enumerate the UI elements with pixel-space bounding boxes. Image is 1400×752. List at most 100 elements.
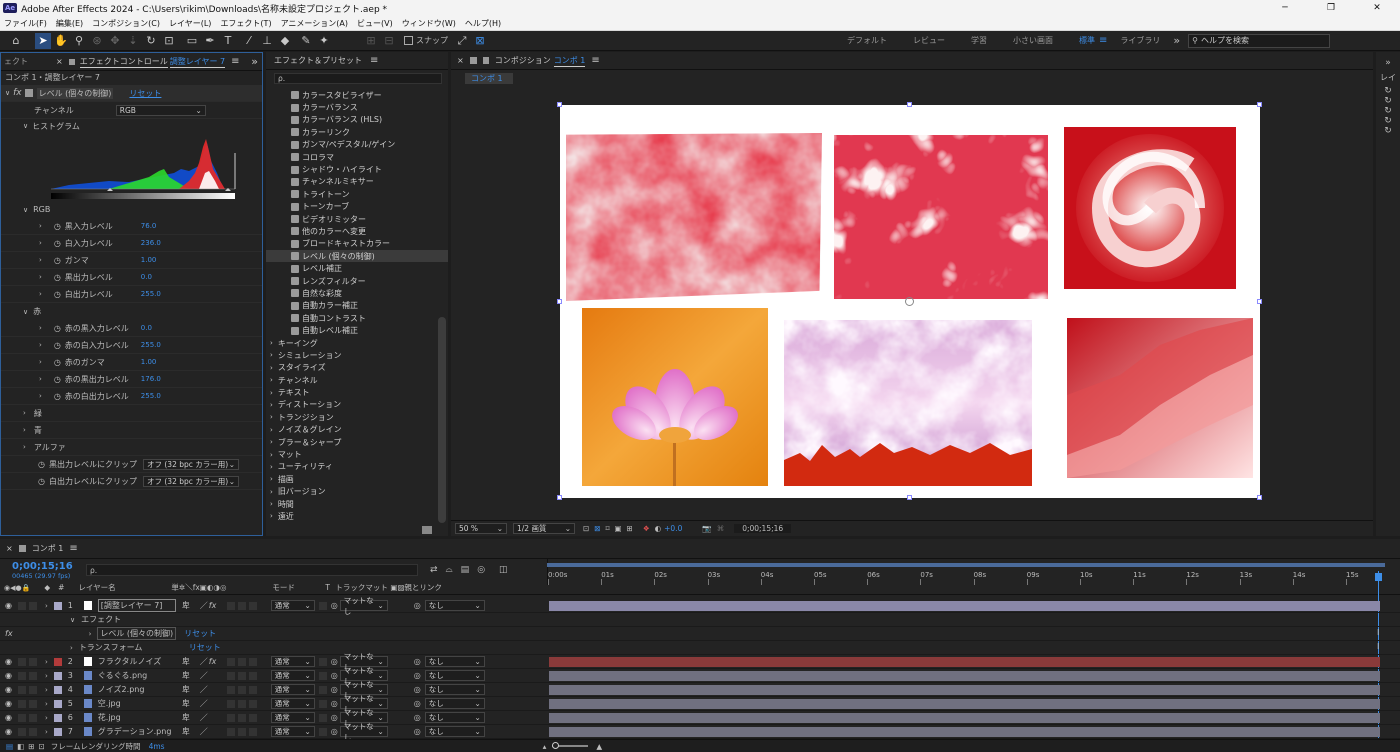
work-area-bar[interactable] — [547, 563, 1385, 567]
close-button[interactable]: ✕ — [1354, 3, 1400, 13]
comp-mini-flowchart-icon[interactable]: ⇄ — [430, 565, 438, 575]
adjustment-switch[interactable] — [226, 699, 235, 708]
fx-item[interactable]: 自動コントラスト — [266, 312, 448, 324]
graph-editor-icon[interactable]: ◫ — [499, 565, 508, 575]
quality-switch[interactable]: ／ — [200, 670, 208, 681]
param-expand-chevron-icon[interactable]: › — [39, 222, 42, 230]
visibility-eye-icon[interactable]: ◉ — [5, 671, 12, 680]
param-expand-chevron-icon[interactable]: › — [39, 273, 42, 281]
collapse-switch[interactable] — [248, 713, 257, 722]
3d-switch[interactable] — [237, 713, 246, 722]
col-layer-name[interactable]: レイヤー名 — [78, 582, 171, 593]
fx-category[interactable]: › ユーティリティ — [266, 461, 448, 473]
pickwhip-icon[interactable]: ◎ — [331, 601, 338, 610]
stopwatch-icon[interactable]: ◷ — [54, 273, 61, 282]
fx-item[interactable]: カラースタビライザー — [266, 89, 448, 101]
dolly-tool-icon[interactable]: ⇣ — [125, 33, 141, 49]
fx-item[interactable]: トーンカーブ — [266, 201, 448, 213]
preserve-transparency-toggle[interactable] — [318, 713, 327, 722]
shy-switch[interactable]: 卑 — [182, 670, 190, 681]
adjustment-switch[interactable] — [226, 657, 235, 666]
stopwatch-icon[interactable]: ◷ — [38, 477, 45, 486]
solo-toggle[interactable] — [28, 699, 37, 708]
exposure-value[interactable]: +0.0 — [664, 524, 682, 533]
collapse-switch[interactable] — [248, 727, 257, 736]
fx-item[interactable]: シャドウ・ハイライト — [266, 163, 448, 175]
minimize-button[interactable]: ─ — [1262, 3, 1308, 13]
param-value[interactable]: 255.0 — [141, 290, 161, 298]
param-value[interactable]: 76.0 — [141, 222, 157, 230]
snap-grid-icon[interactable]: ⊠ — [472, 33, 488, 49]
adjustment-switch[interactable] — [226, 713, 235, 722]
layer-name[interactable]: ノイズ2.png — [98, 684, 176, 695]
transparency-grid-icon[interactable]: ⊠ — [594, 524, 600, 533]
mode-select[interactable]: 通常 ⌄ — [270, 698, 315, 709]
transfer-controls-icon[interactable]: ◧ — [17, 742, 24, 751]
fx-category[interactable]: › ノイズ＆グレイン — [266, 424, 448, 436]
panel-expand-icon[interactable]: » — [251, 55, 258, 68]
fx-item[interactable]: トライトーン — [266, 188, 448, 200]
undo-history-icon[interactable]: ↻ — [1376, 106, 1400, 116]
right-panel-expand-icon[interactable]: » — [1376, 58, 1400, 68]
motion-blur-icon[interactable]: ◎ — [477, 565, 485, 575]
label-color-swatch[interactable] — [53, 601, 62, 610]
solo-toggle[interactable] — [28, 601, 37, 610]
panel-lock-icon[interactable] — [68, 58, 75, 65]
transform-handle[interactable] — [907, 495, 912, 500]
param-expand-chevron-icon[interactable]: › — [39, 239, 42, 247]
parent-select[interactable]: なし ⌄ — [424, 670, 485, 681]
layer-expand-chevron-icon[interactable]: › — [45, 602, 48, 610]
layer-row[interactable]: ◉ › 2 フラクタルノイズ卑／ fx 通常 ⌄ ◎ マットなし ⌄ ◎ なし ⌄ — [0, 652, 1400, 672]
fx-category[interactable]: › 遠近 — [266, 510, 448, 522]
menu-effect[interactable]: エフェクト(T) — [220, 18, 271, 29]
collapse-switch[interactable] — [248, 699, 257, 708]
workspace-default[interactable]: デフォルト — [847, 35, 887, 46]
layer-name[interactable]: ぐるぐる.png — [98, 670, 176, 681]
fx-item[interactable]: カラーバランス (HLS) — [266, 114, 448, 126]
fx-category[interactable]: › マット — [266, 448, 448, 460]
render-time-icon[interactable]: ⊡ — [38, 742, 44, 751]
audio-toggle[interactable] — [17, 601, 26, 610]
shy-switch[interactable]: 卑 — [182, 726, 190, 737]
stopwatch-icon[interactable]: ◷ — [54, 256, 61, 265]
stopwatch-icon[interactable]: ◷ — [54, 358, 61, 367]
zoom-tool-icon[interactable]: ⚲ — [71, 33, 87, 49]
panel-menu-icon[interactable]: ≡ — [231, 56, 239, 67]
layer-name[interactable]: 花.jpg — [98, 712, 176, 723]
current-timecode[interactable]: 0;00;15;16 — [12, 561, 80, 572]
timeline-effect-name[interactable]: レベル (個々の制御) — [97, 627, 177, 640]
fx-category[interactable]: › 時間 — [266, 498, 448, 510]
fx-item[interactable]: 他のカラーへ変更 — [266, 225, 448, 237]
histogram-graph[interactable] — [49, 133, 241, 201]
quality-switch[interactable]: ／ — [200, 600, 208, 611]
param-expand-chevron-icon[interactable]: › — [39, 341, 42, 349]
preserve-transparency-toggle[interactable] — [318, 657, 327, 666]
pickwhip-icon[interactable]: ◎ — [331, 685, 338, 694]
fx-item[interactable]: 自動カラー補正 — [266, 300, 448, 312]
stamp-tool-icon[interactable]: ⊥ — [259, 33, 275, 49]
undo-history-icon[interactable]: ↻ — [1376, 96, 1400, 106]
solo-toggle[interactable] — [28, 727, 37, 736]
transform-handle[interactable] — [1257, 102, 1262, 107]
selection-tool-icon[interactable]: ➤ — [35, 32, 51, 49]
preserve-transparency-toggle[interactable] — [318, 727, 327, 736]
transform-handle[interactable] — [1257, 299, 1262, 304]
undo-history-icon[interactable]: ↻ — [1376, 86, 1400, 96]
pickwhip-icon[interactable]: ◎ — [331, 713, 338, 722]
parent-pickwhip-icon[interactable]: ◎ — [414, 713, 421, 722]
parent-pickwhip-icon[interactable]: ◎ — [414, 685, 421, 694]
parent-pickwhip-icon[interactable]: ◎ — [414, 727, 421, 736]
color-channels-icon[interactable]: ❖ — [643, 524, 650, 533]
blue-chevron-icon[interactable]: › — [23, 426, 26, 434]
visibility-eye-icon[interactable]: ◉ — [5, 727, 12, 736]
param-expand-chevron-icon[interactable]: › — [39, 290, 42, 298]
transform-reset[interactable]: リセット — [189, 642, 221, 653]
pickwhip-icon[interactable]: ◎ — [331, 657, 338, 666]
panel-lock-icon[interactable] — [482, 57, 489, 64]
fx-item[interactable]: コロラマ — [266, 151, 448, 163]
layer-expand-chevron-icon[interactable]: › — [45, 714, 48, 722]
snap-option-icon[interactable]: ⤢ — [454, 33, 470, 49]
effects-group-chevron-icon[interactable]: ∨ — [70, 616, 75, 624]
timeline-effect-reset[interactable]: リセット — [184, 628, 216, 639]
comp-timecode[interactable]: 0;00;15;16 — [734, 524, 792, 533]
